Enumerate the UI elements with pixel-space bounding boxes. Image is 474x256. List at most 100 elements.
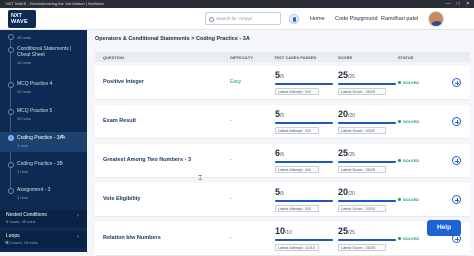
status-badge: SOLVED	[398, 158, 419, 163]
sidebar-item-label: MCQ Practice 5	[17, 108, 53, 114]
score-value: 25	[338, 70, 349, 80]
maximize-icon[interactable]: □	[457, 0, 460, 8]
avatar[interactable]	[428, 11, 444, 27]
user-name[interactable]: Ramdhari patel	[381, 16, 418, 22]
latest-attempt-label: Latest Attempt : 6/6	[275, 166, 319, 173]
top-navigation: NXT WAVE Search for 'Arrays' Home Code P…	[0, 8, 474, 30]
test-cases-total: /5	[280, 74, 285, 80]
test-cases-total: /5	[280, 191, 285, 197]
sidebar-item-assignment-3[interactable]: Assignment - 3 1 hour	[0, 186, 87, 204]
score-value: 25	[338, 148, 349, 158]
checkpoint-icon	[7, 188, 14, 194]
test-cases-progress-bar	[275, 161, 333, 163]
header-difficulty: DIFFICULTY	[230, 55, 254, 60]
table-row[interactable]: Relation b/w Numbers - 10/10 Latest Attempt…	[95, 222, 470, 256]
sidebar-item-label: Coding Practice - 3B	[17, 161, 63, 167]
difficulty-label: -	[230, 118, 232, 124]
test-cases-passed: 10/10	[275, 226, 292, 236]
sidebar-item-coding-practice-3b[interactable]: Coding Practice - 3B 1 hour	[0, 160, 87, 178]
latest-score-label: Latest Score : 20/20	[338, 205, 386, 212]
open-question-plus-icon[interactable]	[452, 117, 461, 126]
table-row[interactable]: Positive Integer Easy 5/5 Latest Attempt : …	[95, 66, 470, 100]
header-score: SCORE	[338, 55, 353, 60]
sidebar-item-label: MCQ Practice 4	[17, 81, 53, 87]
open-question-plus-icon[interactable]	[452, 195, 461, 204]
score-total: /25	[348, 74, 355, 80]
sidebar-item-label: Coding Practice - 3A	[17, 135, 63, 141]
sidebar-item-coding-practice-3a[interactable]: Coding Practice - 3A ✎ 1 hour	[0, 132, 87, 152]
sidebar-item-duration: 1 hour	[17, 143, 29, 148]
edit-icon: ✎	[61, 135, 67, 141]
test-cases-progress-bar	[275, 122, 333, 124]
question-title[interactable]: Relation b/w Numbers	[103, 235, 161, 241]
close-icon[interactable]: ✕	[466, 0, 470, 8]
sidebar-section-nested-conditions[interactable]: Nested Conditions 8 hours, 45 mins ›	[0, 210, 87, 227]
score-total: /20	[348, 191, 355, 197]
search-input[interactable]: Search for 'Arrays'	[205, 12, 281, 25]
sidebar-item-mcq-4[interactable]: MCQ Practice 4 30 mins	[0, 80, 87, 98]
section-duration: 8 hours, 45 mins	[6, 219, 36, 224]
open-question-plus-icon[interactable]	[452, 156, 461, 165]
score-progress-fill	[338, 122, 396, 124]
difficulty-label: Easy	[230, 79, 242, 85]
difficulty-label: -	[230, 196, 232, 202]
minimize-icon[interactable]: —	[446, 0, 451, 8]
question-title[interactable]: Positive Integer	[103, 79, 144, 85]
window-controls: — □ ✕	[446, 0, 470, 8]
score-total: /25	[348, 152, 355, 158]
sidebar-item-duration: 10 mins	[17, 60, 32, 65]
chevron-right-icon: ›	[77, 213, 79, 219]
score: 25/25	[338, 70, 355, 80]
checkpoint-icon	[7, 34, 14, 40]
open-question-plus-icon[interactable]	[452, 78, 461, 87]
difficulty-label: -	[230, 235, 232, 241]
score-value: 20	[338, 109, 349, 119]
help-button[interactable]: Help	[427, 220, 461, 236]
test-cases-total: /10	[285, 230, 292, 236]
collapse-sidebar-button[interactable]: «	[0, 237, 87, 252]
test-cases-total: /6	[280, 152, 285, 158]
test-cases-progress-fill	[275, 83, 333, 85]
course-sidebar: 45 mins Conditional Statements | Cheat S…	[0, 30, 87, 252]
table-row[interactable]: Vote Eligibility - 5/5 Latest Attempt : 5/5…	[95, 183, 470, 217]
latest-attempt-label: Latest Attempt : 10/10	[275, 244, 319, 251]
checkpoint-icon	[7, 162, 14, 168]
checkpoint-icon	[7, 82, 14, 88]
checkpoint-icon	[7, 47, 14, 53]
latest-score-label: Latest Score : 20/20	[338, 127, 386, 134]
score-total: /20	[348, 113, 355, 119]
question-title[interactable]: Vote Eligibility	[103, 196, 141, 202]
score-progress-fill	[338, 161, 396, 163]
score: 25/25	[338, 226, 355, 236]
section-title: Nested Conditions	[6, 212, 47, 218]
window-titlebar: NXT WAVE - Revolutionizing the Job Marke…	[0, 0, 474, 8]
streak-icon[interactable]	[289, 14, 299, 24]
status-badge: SOLVED	[398, 197, 419, 202]
score: 20/20	[338, 109, 355, 119]
question-title[interactable]: Greatest Among Two Numbers - 3	[103, 157, 191, 163]
nav-home-link[interactable]: Home	[310, 16, 325, 22]
latest-score-label: Latest Score : 25/25	[338, 166, 386, 173]
question-title[interactable]: Exam Result	[103, 118, 136, 124]
header-status: STATUS	[398, 55, 414, 60]
table-row[interactable]: Greatest Among Two Numbers - 3 - 6/6 Latest…	[95, 144, 470, 178]
score-progress-bar	[338, 200, 396, 202]
test-cases-passed: 5/5	[275, 109, 284, 119]
status-badge: SOLVED	[398, 236, 419, 241]
score-progress-bar	[338, 239, 396, 241]
nxtwave-logo[interactable]: NXT WAVE	[8, 10, 36, 28]
sidebar-item-previous[interactable]: 45 mins	[0, 32, 87, 42]
breadcrumb: Operators & Conditional Statements > Cod…	[95, 36, 250, 42]
checkpoint-icon	[7, 135, 14, 141]
table-row[interactable]: Exam Result - 5/5 Latest Attempt : 5/5 20/20…	[95, 105, 470, 139]
status-badge: SOLVED	[398, 119, 419, 124]
search-placeholder: Search for 'Arrays'	[216, 16, 253, 21]
sidebar-item-mcq-5[interactable]: MCQ Practice 5 30 mins	[0, 107, 87, 125]
nav-code-playground-link[interactable]: Code Playground	[335, 16, 378, 22]
sidebar-item-cheat-sheet[interactable]: Conditional Statements | Cheat Sheet 10 …	[0, 45, 87, 67]
test-cases-progress-bar	[275, 200, 333, 202]
window-title: NXT WAVE - Revolutionizing the Job Marke…	[6, 1, 104, 6]
header-test-cases: TEST CASES PASSED	[274, 55, 317, 60]
test-cases-passed: 5/5	[275, 187, 284, 197]
sidebar-item-duration: 30 mins	[17, 116, 32, 121]
